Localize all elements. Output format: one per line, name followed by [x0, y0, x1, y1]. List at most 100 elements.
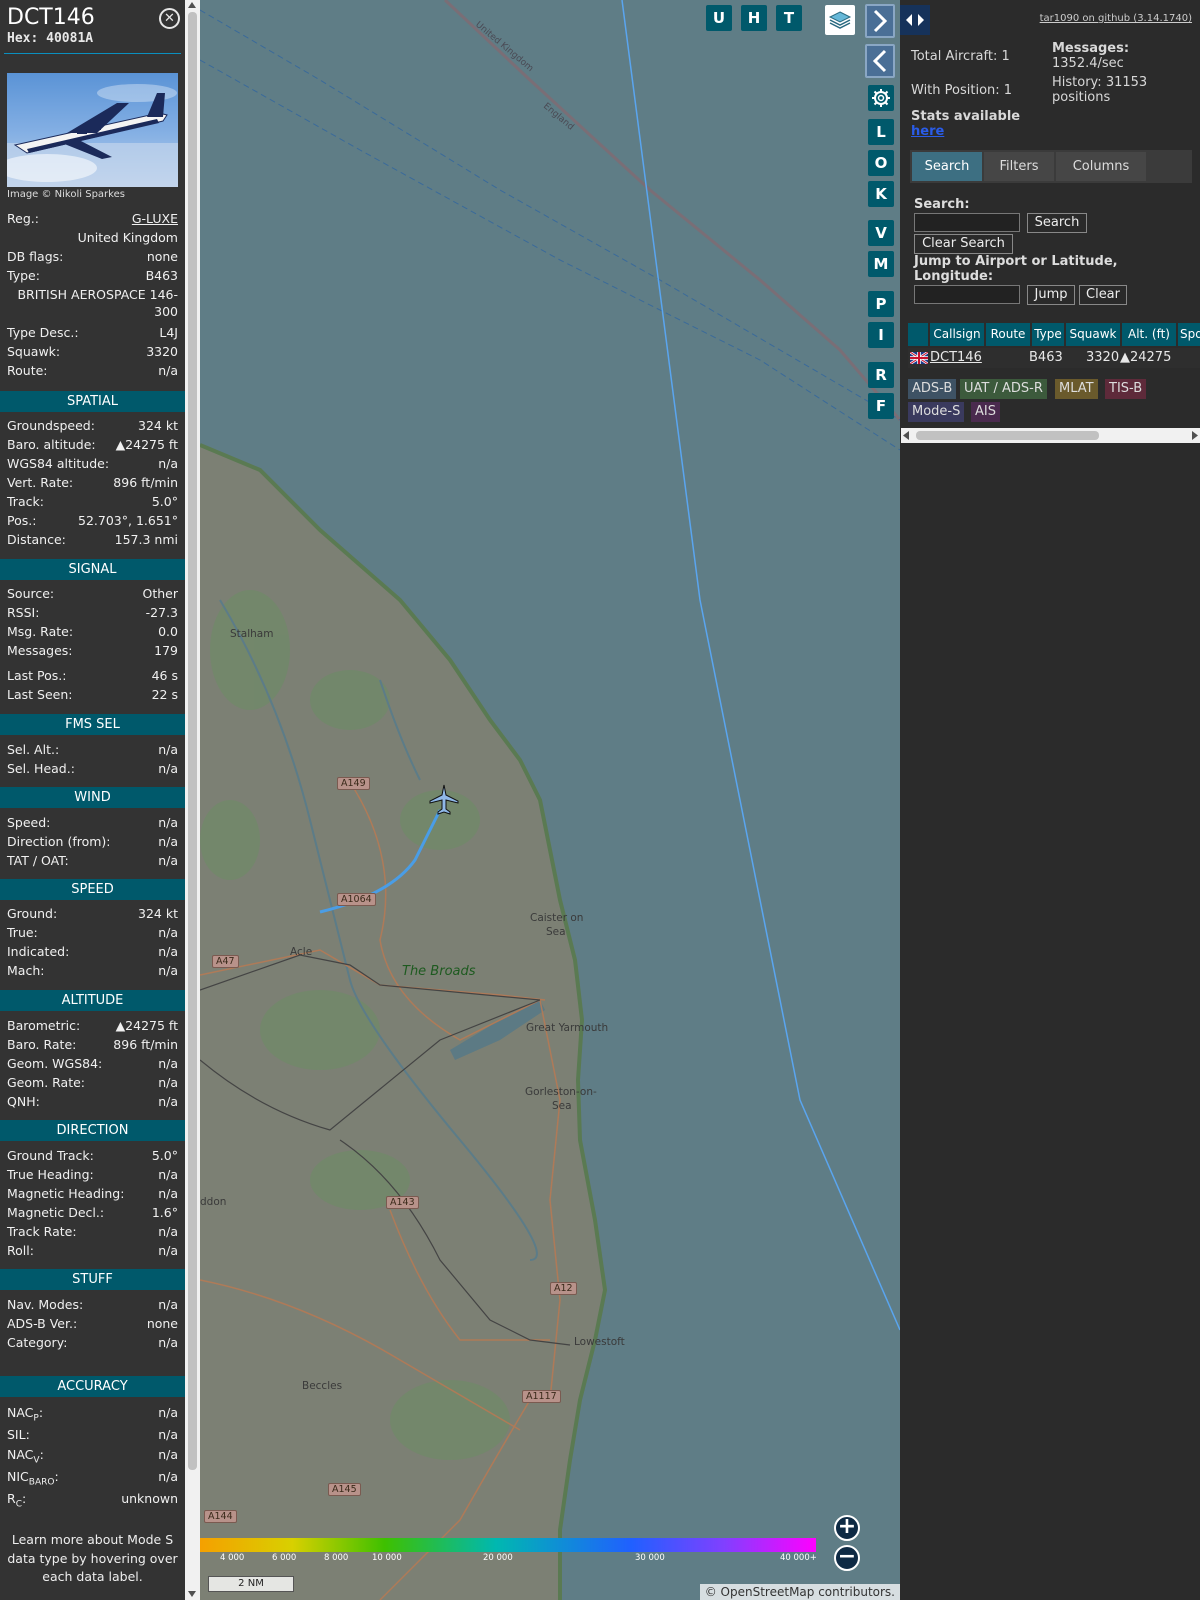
signal-row: RSSI: -27.3 [7, 605, 178, 624]
source-chip-tisb: TIS-B [1105, 379, 1147, 399]
hex-id: Hex: 40081A [7, 31, 93, 46]
row-key: Source: [7, 586, 55, 601]
map-button-k[interactable]: K [868, 181, 894, 207]
section-altitude: ALTITUDE [0, 990, 185, 1011]
clear-search-button[interactable]: Clear Search [914, 234, 1013, 254]
stuff-row: ADS-B Ver.: none [7, 1316, 178, 1335]
legend-tick: 30 000 [635, 1553, 665, 1563]
row-key: TAT / OAT: [7, 853, 69, 868]
direction-row: Ground Track: 5.0° [7, 1148, 178, 1167]
row-key: Ground Track: [7, 1148, 94, 1163]
github-link[interactable]: tar1090 on github (3.14.1740) [1040, 13, 1192, 24]
road-shield: A145 [328, 1483, 361, 1496]
col-squawk[interactable]: Squawk [1066, 323, 1120, 346]
map-button-v[interactable]: V [868, 220, 894, 246]
horizontal-scroll-thumb[interactable] [916, 431, 1099, 440]
row-value: n/a [158, 1469, 178, 1484]
clear-jump-button[interactable]: Clear [1079, 285, 1127, 305]
detail-value: n/a [158, 363, 178, 378]
tab-search[interactable]: Search [912, 152, 982, 181]
close-icon[interactable]: ✕ [159, 8, 180, 29]
row-value: 52.703°, 1.651° [78, 513, 178, 528]
search-input[interactable] [914, 213, 1020, 232]
section-fms: FMS SEL [0, 714, 185, 735]
row-squawk: 3320 [1086, 350, 1120, 365]
map-button-o[interactable]: O [868, 150, 894, 176]
tab-columns[interactable]: Columns [1056, 152, 1146, 181]
toggle-sidebar-button[interactable] [900, 5, 930, 35]
map-button-r[interactable]: R [868, 362, 894, 388]
zoom-in-button[interactable]: + [834, 1515, 860, 1541]
place-label: Acle [290, 946, 313, 958]
row-key: Category: [7, 1335, 68, 1350]
speed-row: Indicated: n/a [7, 944, 178, 963]
col-altitude[interactable]: Alt. (ft) [1122, 323, 1176, 346]
spatial-row: Distance: 157.3 nmi [7, 532, 178, 551]
map-button-h[interactable]: H [741, 5, 767, 31]
zoom-out-button[interactable]: − [834, 1545, 860, 1571]
map-button-p[interactable]: P [868, 291, 894, 317]
sidebar-scrollbar[interactable] [185, 0, 200, 1600]
section-signal: SIGNAL [0, 559, 185, 580]
legend-tick: 40 000+ [780, 1553, 817, 1563]
aircraft-marker-icon[interactable] [428, 784, 460, 816]
aircraft-list-panel: tar1090 on github (3.14.1740) Total Airc… [900, 0, 1200, 1600]
map-button-t[interactable]: T [776, 5, 802, 31]
scroll-right-arrow-icon[interactable] [1190, 431, 1198, 440]
scroll-left-arrow-icon[interactable] [903, 431, 911, 440]
row-callsign[interactable]: DCT146 [930, 348, 982, 368]
row-key: QNH: [7, 1094, 40, 1109]
key-sub: P [33, 1413, 39, 1424]
aircraft-photo[interactable] [7, 73, 178, 187]
stats-link[interactable]: here [911, 124, 944, 139]
col-route[interactable]: Route [986, 323, 1030, 346]
search-button[interactable]: Search [1027, 213, 1087, 233]
tab-filters[interactable]: Filters [984, 152, 1054, 181]
row-key: Groundspeed: [7, 418, 95, 433]
scroll-down-arrow-icon[interactable] [188, 1591, 196, 1597]
altitude-row: Baro. Rate: 896 ft/min [7, 1037, 178, 1056]
map-button-l[interactable]: L [868, 119, 894, 145]
accuracy-row: NACP: n/a [7, 1405, 178, 1424]
layers-icon [828, 11, 852, 29]
detail-row: Squawk: 3320 [7, 344, 178, 363]
map-view[interactable]: 4 000 6 000 8 000 10 000 20 000 30 000 4… [200, 0, 900, 1600]
map-button-f[interactable]: F [868, 393, 894, 419]
row-value: n/a [158, 1297, 178, 1312]
expand-panel-button[interactable] [865, 4, 895, 38]
collapse-panel-button[interactable] [865, 44, 895, 78]
row-value: Other [142, 586, 179, 601]
map-button-i[interactable]: I [868, 322, 894, 348]
row-key: Distance: [7, 532, 66, 547]
jump-input[interactable] [914, 285, 1020, 304]
map-attribution[interactable]: © OpenStreetMap contributors. [699, 1584, 900, 1600]
row-value: 22 s [151, 687, 178, 702]
scrollbar-thumb[interactable] [188, 12, 197, 1470]
spatial-row: Pos.: 52.703°, 1.651° [7, 513, 178, 532]
col-callsign[interactable]: Callsign [930, 323, 984, 346]
row-value: 5.0° [151, 494, 178, 509]
row-value: 1.6° [151, 1205, 178, 1220]
map-button-m[interactable]: M [868, 251, 894, 277]
detail-row: Route: n/a [7, 363, 178, 382]
detail-key: Type Desc.: [7, 325, 79, 340]
table-horizontal-scrollbar[interactable] [901, 428, 1200, 443]
aircraft-photo-image [7, 84, 178, 187]
messages-rate: 1352.4/sec [1052, 56, 1124, 71]
scroll-up-arrow-icon[interactable] [188, 2, 196, 8]
settings-button[interactable] [868, 85, 894, 111]
layers-button[interactable] [825, 5, 855, 35]
registration-link[interactable]: G-LUXE [132, 211, 178, 226]
row-key: Magnetic Heading: [7, 1186, 125, 1201]
jump-button[interactable]: Jump [1027, 285, 1075, 305]
place-label: Lowestoft [574, 1336, 625, 1348]
place-label: Beccles [302, 1380, 343, 1392]
accuracy-row: NACV: n/a [7, 1447, 178, 1466]
col-speed[interactable]: Spd [1178, 323, 1200, 346]
col-flag[interactable] [908, 323, 928, 346]
legend-tick: 20 000 [483, 1553, 513, 1563]
row-key: Msg. Rate: [7, 624, 74, 639]
map-button-u[interactable]: U [706, 5, 732, 31]
col-type[interactable]: Type [1032, 323, 1064, 346]
key-main: NAC [7, 1447, 34, 1462]
